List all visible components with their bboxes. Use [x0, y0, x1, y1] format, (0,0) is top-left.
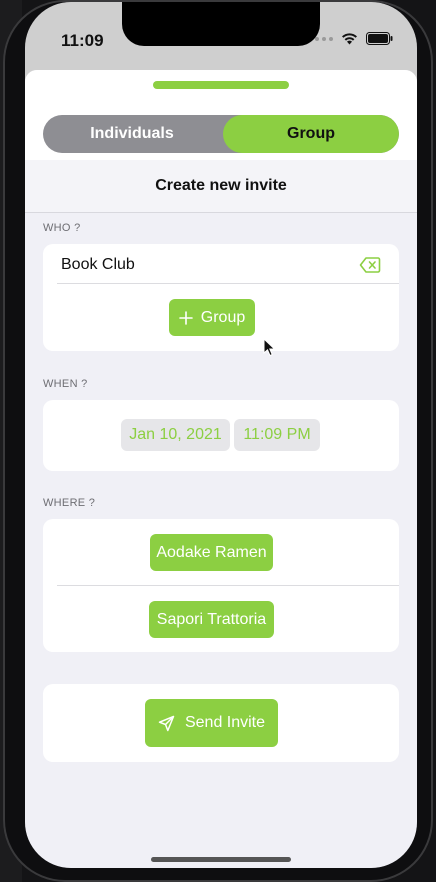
time-picker-button[interactable]: 11:09 PM	[234, 419, 320, 451]
when-section-label: WHEN ?	[43, 378, 88, 390]
paper-plane-icon	[158, 715, 175, 731]
add-group-button[interactable]: Group	[169, 299, 255, 336]
mode-segmented-control: Individuals Group	[43, 115, 399, 153]
send-card: Send Invite	[43, 684, 399, 762]
add-group-label: Group	[200, 308, 246, 326]
page-title: Create new invite	[155, 177, 287, 194]
nav-bar: Create new invite	[25, 160, 417, 213]
invite-sheet: Individuals Group Create new invite WHO …	[25, 70, 417, 868]
selected-group-name: Book Club	[61, 256, 135, 273]
status-time: 11:09	[61, 31, 104, 50]
when-card: Jan 10, 2021 11:09 PM	[43, 400, 399, 471]
where-divider	[57, 585, 399, 586]
where-section-label: WHERE ?	[43, 497, 96, 509]
home-indicator	[151, 857, 291, 862]
segment-individuals[interactable]: Individuals	[43, 115, 221, 153]
date-picker-button[interactable]: Jan 10, 2021	[121, 419, 230, 451]
status-icons	[308, 32, 393, 45]
plus-icon	[178, 310, 193, 325]
send-invite-label: Send Invite	[184, 714, 266, 731]
sheet-grabber[interactable]	[153, 81, 289, 89]
battery-icon	[366, 32, 393, 45]
segment-group[interactable]: Group	[223, 115, 399, 153]
phone-frame: 11:09 Individuals Group Create new invit…	[3, 0, 433, 882]
send-invite-button[interactable]: Send Invite	[145, 699, 278, 747]
notch	[122, 2, 320, 46]
wifi-icon	[342, 33, 357, 45]
mouse-pointer-icon	[263, 338, 276, 357]
where-card: Aodake Ramen Sapori Trattoria	[43, 519, 399, 652]
place-button-sapori-trattoria[interactable]: Sapori Trattoria	[149, 601, 274, 638]
delete-backspace-icon[interactable]	[359, 256, 381, 274]
who-section-label: WHO ?	[43, 222, 81, 234]
who-card: Book Club Group	[43, 244, 399, 351]
who-divider	[57, 283, 399, 284]
place-button-aodake-ramen[interactable]: Aodake Ramen	[150, 534, 273, 571]
phone-screen: 11:09 Individuals Group Create new invit…	[25, 2, 417, 868]
